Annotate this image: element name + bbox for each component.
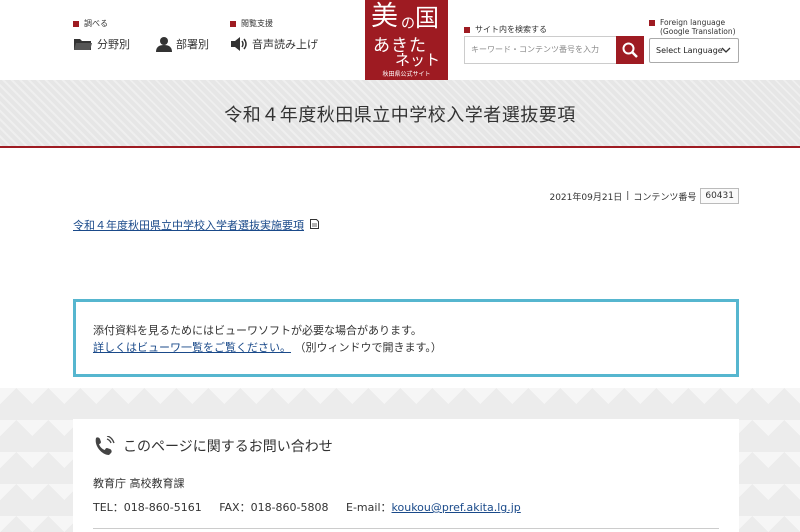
foreign-language-line-1: Foreign language (660, 18, 726, 27)
contact-tel: TEL：018-860-5161 (93, 501, 202, 514)
section-label-support-text: 閲覧支援 (241, 19, 273, 28)
search-label-text: サイト内を検索する (475, 25, 547, 34)
content-number: 60431 (700, 188, 739, 204)
phone-icon (95, 436, 115, 455)
section-label-search: 調べる (73, 18, 108, 29)
voice-reader-label: 音声読み上げ (252, 38, 318, 51)
contact-heading: このページに関するお問い合わせ (93, 436, 333, 456)
bullet-square (230, 20, 236, 27)
page-meta: 2021年09月21日 | コンテンツ番号 60431 (549, 188, 739, 204)
foreign-language-label: Foreign language (Google Translation) (649, 18, 736, 36)
content-number-label: コンテンツ番号 (633, 192, 697, 203)
language-select[interactable]: Select Language (649, 38, 739, 63)
search-input[interactable]: キーワード・コンテンツ番号を入力 (464, 36, 616, 64)
nav-by-department-label: 部署別 (176, 38, 209, 51)
viewer-notice: 添付資料を見るためにはビューワソフトが必要な場合があります。 詳しくはビューワ一… (73, 299, 739, 377)
contact-heading-text: このページに関するお問い合わせ (123, 439, 333, 455)
notice-text: 添付資料を見るためにはビューワソフトが必要な場合があります。 (93, 324, 422, 337)
notice-link-line: 詳しくはビューワ一覧をご覧ください。 （別ウィンドウで開きます。） (93, 339, 719, 356)
contact-email-link[interactable]: koukou@pref.akita.lg.jp (392, 501, 521, 514)
contact-box: このページに関するお問い合わせ 教育庁 高校教育課 TEL：018-860-51… (73, 419, 739, 532)
site-logo[interactable]: 美 の 国 あきた ネット 秋田県公式サイト (365, 0, 448, 80)
publish-date: 2021年09月21日 (549, 192, 623, 203)
notice-link-suffix: （別ウィンドウで開きます。） (294, 341, 442, 354)
logo-char-1: 美 (371, 1, 398, 32)
nav-by-field-button[interactable]: 分野別 (73, 36, 130, 52)
contact-department: 教育庁 高校教育課 (93, 477, 185, 490)
document-link-text[interactable]: 令和４年度秋田県立中学校入学者選抜実施要項 (73, 217, 304, 233)
nav-by-field-label: 分野別 (97, 38, 130, 51)
logo-line-3: ネット (395, 51, 441, 69)
person-icon (156, 37, 172, 52)
section-label-search-text: 調べる (84, 19, 108, 28)
folder-icon (74, 39, 92, 50)
logo-char-2: の (401, 16, 415, 32)
site-header: 調べる 閲覧支援 分野別 部署別 音声読み上げ 美 の 国 あきた ネット 秋田… (0, 0, 800, 80)
logo-char-3: 国 (415, 4, 439, 32)
document-link[interactable]: 令和４年度秋田県立中学校入学者選抜実施要項 (73, 217, 319, 233)
speaker-icon (231, 37, 247, 51)
search-label: サイト内を検索する (464, 24, 547, 35)
language-select-value: Select Language (656, 46, 723, 55)
viewer-list-link[interactable]: 詳しくはビューワ一覧をご覧ください。 (93, 341, 291, 354)
contact-details: TEL：018-860-5161 FAX：018-860-5808 E-mail… (93, 499, 521, 515)
foreign-language-text: Foreign language (Google Translation) (660, 18, 736, 36)
search-button[interactable] (616, 36, 644, 64)
page-title: 令和４年度秋田県立中学校入学者選抜要項 (224, 105, 576, 126)
divider (93, 528, 719, 529)
pdf-icon (310, 218, 319, 232)
meta-separator: | (626, 191, 630, 201)
chevron-down-icon (721, 39, 731, 71)
search-icon (622, 42, 638, 58)
nav-by-department-button[interactable]: 部署別 (156, 36, 209, 52)
voice-reader-button[interactable]: 音声読み上げ (230, 36, 318, 52)
section-label-support: 閲覧支援 (230, 18, 273, 29)
bullet-square (73, 20, 79, 27)
foreign-language-line-2: (Google Translation) (660, 27, 736, 36)
bullet-square (464, 26, 470, 33)
bullet-square (649, 20, 655, 26)
logo-subtitle: 秋田県公式サイト (382, 71, 431, 78)
contact-email-label: E-mail： (346, 501, 392, 514)
contact-fax: FAX：018-860-5808 (219, 501, 329, 514)
